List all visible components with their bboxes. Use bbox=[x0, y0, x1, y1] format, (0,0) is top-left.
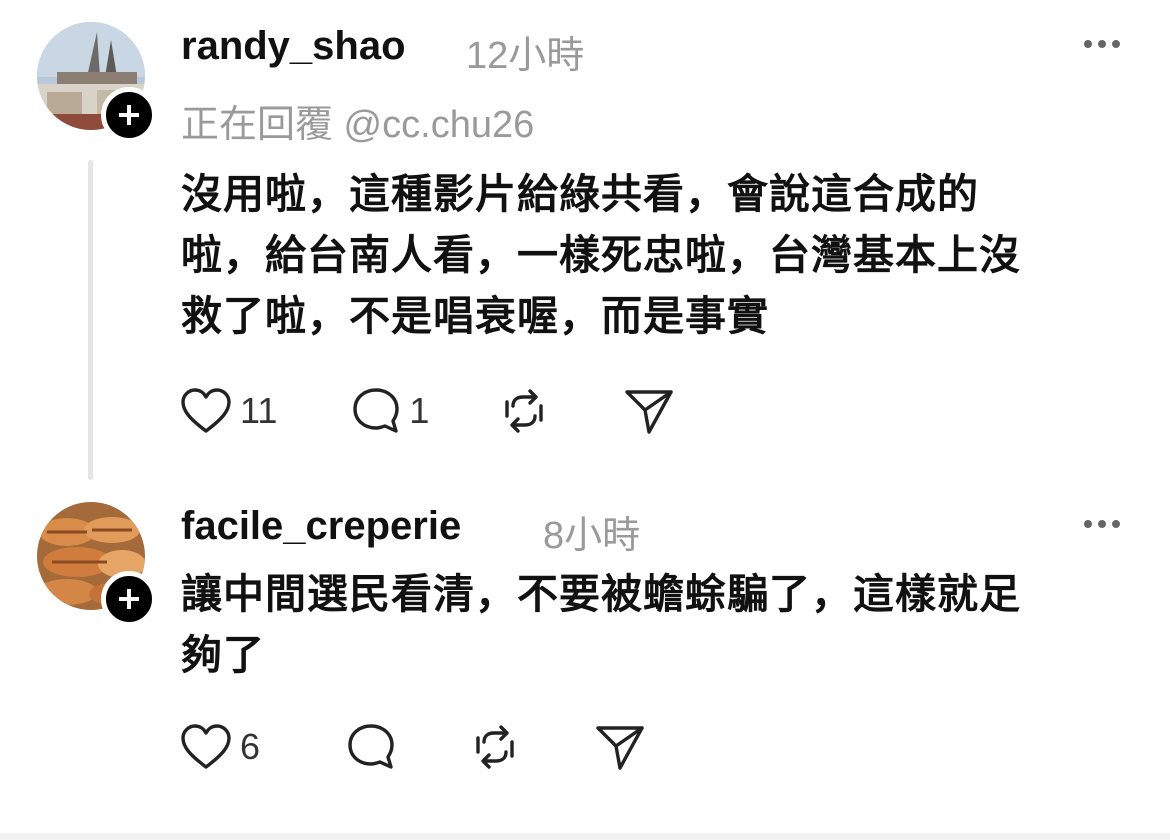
content-line: 讓中間選民看清，不要被蟾蜍騙了，這樣就足 bbox=[181, 571, 1021, 617]
post-facile-creperie: facile_creperie 8小時 讓中間選民看清，不要被蟾蜍騙了，這樣就足… bbox=[0, 500, 1170, 833]
more-button[interactable] bbox=[1084, 40, 1120, 48]
more-icon bbox=[1084, 40, 1092, 48]
post-randy-shao: randy_shao 12小時 正在回覆 @cc.chu26 沒用啦，這種影片給… bbox=[0, 0, 1170, 500]
reply-button[interactable]: 1 bbox=[351, 386, 429, 436]
share-button[interactable] bbox=[623, 386, 675, 436]
plus-icon bbox=[119, 105, 139, 125]
repost-icon bbox=[476, 725, 514, 769]
post-actions: 11 1 bbox=[180, 386, 675, 436]
content-line: 啦，給台南人看，一樣死忠啦，台灣基本上沒 bbox=[181, 232, 1021, 278]
timestamp: 12小時 bbox=[466, 35, 585, 77]
username[interactable]: randy_shao bbox=[181, 24, 406, 69]
content-line: 救了啦，不是唱衰喔，而是事實 bbox=[181, 293, 769, 339]
comment-icon bbox=[348, 724, 394, 769]
reply-to-label[interactable]: 正在回覆 @cc.chu26 bbox=[181, 93, 534, 148]
content-line: 夠了 bbox=[181, 632, 265, 678]
thread-line bbox=[88, 160, 93, 480]
post-actions: 6 bbox=[180, 722, 646, 772]
repost-icon bbox=[505, 389, 544, 433]
heart-icon bbox=[181, 724, 231, 769]
more-button[interactable] bbox=[1084, 520, 1120, 528]
reply-count: 1 bbox=[409, 390, 430, 431]
send-icon bbox=[625, 390, 674, 434]
post-content: 讓中間選民看清，不要被蟾蜍騙了，這樣就足 夠了 bbox=[181, 564, 1111, 686]
like-button[interactable]: 11 bbox=[180, 387, 277, 435]
username[interactable]: facile_creperie bbox=[181, 504, 461, 549]
reply-button[interactable] bbox=[346, 722, 396, 772]
follow-button[interactable] bbox=[101, 571, 157, 627]
follow-button[interactable] bbox=[101, 87, 157, 143]
timestamp: 8小時 bbox=[543, 515, 641, 557]
send-icon bbox=[596, 726, 644, 770]
divider bbox=[0, 833, 1170, 840]
share-button[interactable] bbox=[594, 722, 646, 772]
like-count: 11 bbox=[240, 390, 278, 431]
more-icon bbox=[1084, 520, 1092, 528]
post-content: 沒用啦，這種影片給綠共看，會說這合成的 啦，給台南人看，一樣死忠啦，台灣基本上沒… bbox=[181, 164, 1111, 347]
content-line: 沒用啦，這種影片給綠共看，會說這合成的 bbox=[181, 171, 979, 217]
plus-icon bbox=[119, 589, 139, 609]
repost-button[interactable] bbox=[499, 386, 549, 436]
repost-button[interactable] bbox=[470, 722, 520, 772]
comment-icon bbox=[353, 388, 400, 433]
like-button[interactable]: 6 bbox=[180, 723, 260, 771]
like-count: 6 bbox=[240, 726, 261, 767]
heart-icon bbox=[181, 388, 231, 433]
